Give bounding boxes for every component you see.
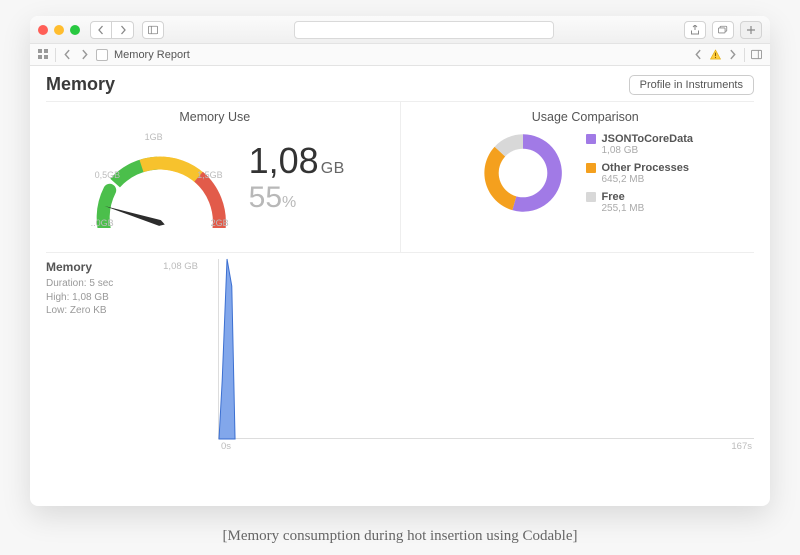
sidebar-icon xyxy=(148,25,158,35)
tabs-button[interactable] xyxy=(712,21,734,39)
close-window-button[interactable] xyxy=(38,25,48,35)
scheme-selector[interactable] xyxy=(294,21,554,39)
tabs-icon xyxy=(718,25,728,35)
editor-layout-icon xyxy=(751,49,762,60)
legend-name: JSONToCoreData xyxy=(602,133,693,145)
gauge-tick-1: 1GB xyxy=(145,132,163,142)
titlebar-center xyxy=(168,21,680,39)
usage-comparison-panel: Usage Comparison xyxy=(401,102,771,252)
titlebar-right-group xyxy=(684,21,762,39)
gauge-tick-15: 1,5GB xyxy=(197,170,223,180)
grid-icon xyxy=(38,49,49,60)
profile-in-instruments-button[interactable]: Profile in Instruments xyxy=(629,75,754,95)
memory-use-title: Memory Use xyxy=(46,110,384,124)
memory-gauge: ..0GB 0,5GB 1GB 1,5GB 2GB xyxy=(85,128,235,228)
gauge-tick-2: 2GB xyxy=(211,218,229,228)
warning-icon xyxy=(710,49,721,60)
timeline-header: Memory Duration: 5 sec High: 1,08 GB Low… xyxy=(46,253,754,439)
timeline-x0: 0s xyxy=(221,441,231,452)
timeline-x-labels: 0s 167s xyxy=(219,441,754,452)
usage-donut-chart xyxy=(478,128,568,218)
gauge-value-number: 1,08 xyxy=(249,140,319,181)
chevron-left-icon xyxy=(693,49,704,60)
history-back-button[interactable] xyxy=(62,49,73,60)
report-header: Memory Profile in Instruments xyxy=(30,66,770,101)
memory-timeline-panel: Memory Duration: 5 sec High: 1,08 GB Low… xyxy=(46,253,754,492)
back-button[interactable] xyxy=(90,21,112,39)
memory-use-panel: Memory Use xyxy=(30,102,401,252)
timeline-x1: 167s xyxy=(731,441,752,452)
forward-button[interactable] xyxy=(112,21,134,39)
zoom-window-button[interactable] xyxy=(70,25,80,35)
gauge-percent-unit: % xyxy=(282,194,296,211)
editor-options-button[interactable] xyxy=(751,49,762,60)
minimize-window-button[interactable] xyxy=(54,25,64,35)
legend-value: 255,1 MB xyxy=(602,203,645,214)
page-title: Memory xyxy=(46,74,115,95)
next-issue-button[interactable] xyxy=(727,49,738,60)
timeline-info: Memory Duration: 5 sec High: 1,08 GB Low… xyxy=(46,259,146,318)
legend-name: Other Processes xyxy=(602,162,689,174)
chevron-left-icon xyxy=(62,49,73,60)
chevron-right-icon xyxy=(727,49,738,60)
grid-view-button[interactable] xyxy=(38,49,49,60)
warning-indicator[interactable] xyxy=(710,49,721,60)
legend-name: Free xyxy=(602,191,645,203)
editor-path-bar: Memory Report xyxy=(30,44,770,66)
usage-legend: JSONToCoreData 1,08 GB Other Processes 6… xyxy=(586,133,693,214)
window-controls xyxy=(38,25,80,35)
plus-icon xyxy=(746,25,756,35)
usage-comparison-title: Usage Comparison xyxy=(417,110,755,124)
timeline-svg xyxy=(219,259,754,439)
gauge-tick-0: ..0GB xyxy=(91,218,114,228)
usage-comparison-area: JSONToCoreData 1,08 GB Other Processes 6… xyxy=(417,128,755,218)
gauge-area: ..0GB 0,5GB 1GB 1,5GB 2GB 1,08GB 55% xyxy=(46,128,384,228)
timeline-duration: Duration: 5 sec xyxy=(46,277,146,291)
chevron-left-icon xyxy=(96,25,106,35)
timeline-title: Memory xyxy=(46,259,146,275)
legend-swatch xyxy=(586,163,596,173)
timeline-ymax: 1,08 GB xyxy=(162,259,202,272)
chevron-right-icon xyxy=(79,49,90,60)
sidebar-toggle-button[interactable] xyxy=(142,21,164,39)
xcode-memory-report-window: Memory Report Memory Profile in Instrume… xyxy=(30,16,770,506)
related-items-button[interactable] xyxy=(693,49,704,60)
overview-panels: Memory Use xyxy=(30,102,770,252)
share-icon xyxy=(690,25,700,35)
legend-value: 1,08 GB xyxy=(602,145,693,156)
history-forward-button[interactable] xyxy=(79,49,90,60)
breadcrumb[interactable]: Memory Report xyxy=(114,49,190,61)
gauge-tick-05: 0,5GB xyxy=(95,170,121,180)
nav-back-forward-group xyxy=(90,21,134,39)
window-titlebar xyxy=(30,16,770,44)
add-button[interactable] xyxy=(740,21,762,39)
gauge-value-unit: GB xyxy=(321,160,345,177)
legend-value: 645,2 MB xyxy=(602,174,689,185)
legend-item: Other Processes 645,2 MB xyxy=(586,162,693,185)
legend-item: Free 255,1 MB xyxy=(586,191,693,214)
document-icon xyxy=(96,49,108,61)
legend-item: JSONToCoreData 1,08 GB xyxy=(586,133,693,156)
chevron-right-icon xyxy=(118,25,128,35)
figure-caption: [Memory consumption during hot insertion… xyxy=(0,528,800,545)
timeline-chart[interactable]: 0s 167s xyxy=(218,259,754,439)
gauge-percent-number: 55 xyxy=(249,181,282,214)
legend-swatch xyxy=(586,134,596,144)
timeline-low: Low: Zero KB xyxy=(46,304,146,318)
legend-swatch xyxy=(586,192,596,202)
share-button[interactable] xyxy=(684,21,706,39)
gauge-readout: 1,08GB 55% xyxy=(249,143,345,213)
timeline-high: High: 1,08 GB xyxy=(46,291,146,305)
gauge-value: 1,08GB xyxy=(249,143,345,179)
gauge-percent: 55% xyxy=(249,183,297,213)
